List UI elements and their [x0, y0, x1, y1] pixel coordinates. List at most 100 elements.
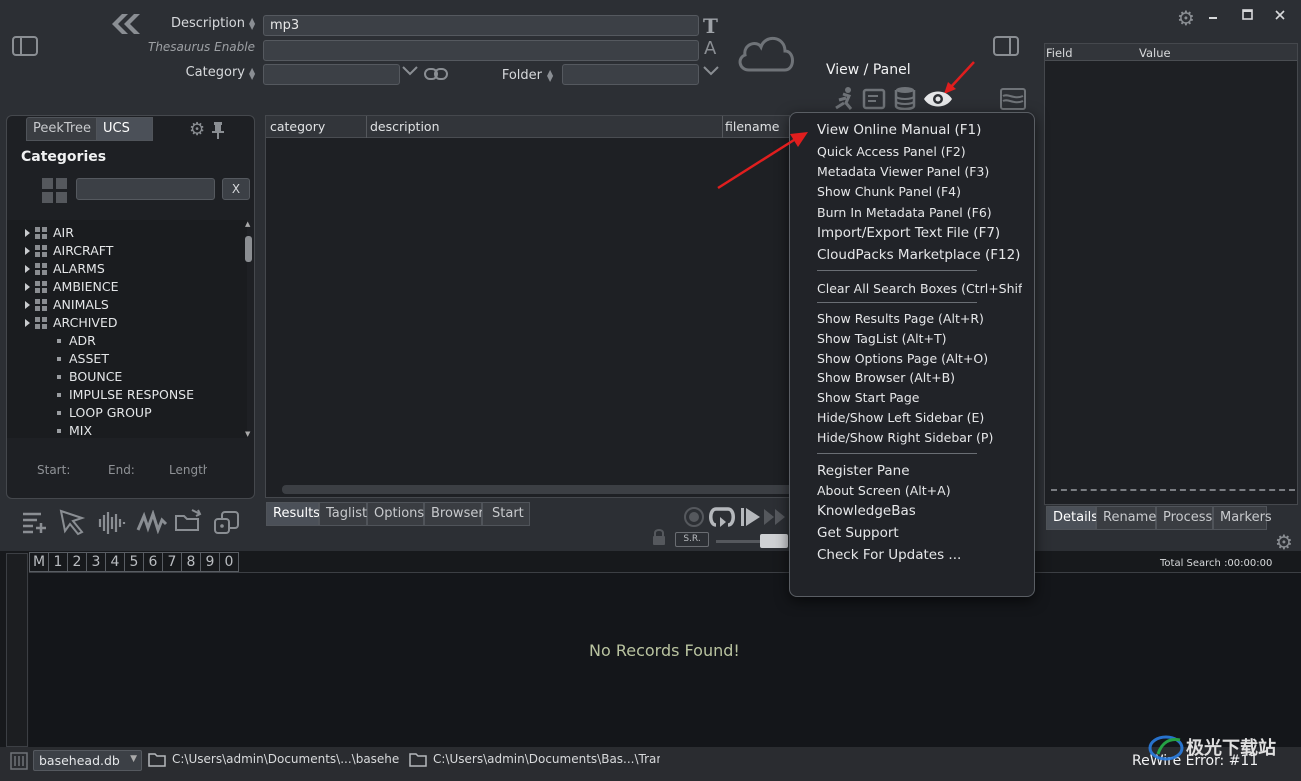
link-icon[interactable] — [424, 66, 448, 82]
font-a-icon[interactable]: A — [704, 38, 716, 59]
tab-taglist[interactable]: Taglist — [319, 502, 367, 526]
column-header-value[interactable]: Value — [1139, 46, 1171, 60]
sort-arrows-icon[interactable]: ▲ ▼ — [249, 67, 255, 81]
numbar-key[interactable]: 7 — [162, 552, 182, 572]
slider-handle[interactable] — [760, 534, 788, 548]
text-format-icon[interactable]: T — [703, 14, 718, 38]
tab-options[interactable]: Options — [367, 502, 424, 526]
caret-right-icon[interactable] — [25, 301, 30, 309]
numbar-key[interactable]: 6 — [143, 552, 163, 572]
numbar-key[interactable]: 4 — [105, 552, 125, 572]
chevron-down-icon[interactable] — [703, 66, 719, 76]
category-filter-input[interactable] — [76, 178, 215, 200]
menu-item-clear-all-search-boxes[interactable]: Clear All Search Boxes (Ctrl+Shift+C) — [817, 281, 1022, 296]
numbar-key[interactable]: 8 — [181, 552, 201, 572]
numbar-key[interactable]: M — [29, 552, 49, 572]
numbar-key[interactable]: 0 — [219, 552, 239, 572]
tree-subcategory-item[interactable]: IMPULSE RESPONSE — [25, 386, 194, 404]
numbar-key[interactable]: 1 — [48, 552, 68, 572]
folder-icon[interactable] — [148, 752, 166, 767]
tree-category-item[interactable]: AIR — [25, 224, 194, 242]
record-icon[interactable] — [683, 506, 705, 528]
play-icon[interactable] — [740, 506, 762, 528]
menu-item-show-results-page[interactable]: Show Results Page (Alt+R) — [817, 311, 1022, 326]
column-header-category[interactable]: category — [270, 119, 325, 134]
menu-item-view-online-manual[interactable]: View Online Manual (F1) — [817, 122, 1022, 138]
database-select[interactable]: basehead.db ▼ — [33, 750, 142, 771]
menu-item-burn-in-metadata-panel[interactable]: Burn In Metadata Panel (F6) — [817, 205, 1022, 220]
description-input[interactable]: mp3 — [263, 15, 699, 36]
menu-item-show-options-page[interactable]: Show Options Page (Alt+O) — [817, 351, 1022, 366]
menu-item-show-taglist[interactable]: Show TagList (Alt+T) — [817, 331, 1022, 346]
tree-category-item[interactable]: AMBIENCE — [25, 278, 194, 296]
lock-icon[interactable] — [652, 529, 666, 545]
menu-item-cloudpacks-marketplace[interactable]: CloudPacks Marketplace (F12) — [817, 247, 1022, 263]
caret-right-icon[interactable] — [25, 247, 30, 255]
clear-filter-button[interactable]: X — [222, 178, 250, 200]
tree-subcategory-item[interactable]: BOUNCE — [25, 368, 194, 386]
cloud-icon[interactable] — [735, 32, 797, 74]
menu-item-quick-access-panel[interactable]: Quick Access Panel (F2) — [817, 144, 1022, 159]
menu-item-get-support[interactable]: Get Support — [817, 525, 1022, 541]
folder-select[interactable] — [562, 64, 699, 85]
tab-rename[interactable]: Rename — [1096, 506, 1156, 530]
caret-right-icon[interactable] — [25, 283, 30, 291]
right-sidebar-toggle-icon[interactable] — [993, 36, 1019, 56]
scrollbar-thumb[interactable] — [245, 236, 252, 262]
category-select[interactable] — [263, 64, 400, 85]
add-list-icon[interactable] — [21, 510, 49, 534]
caret-right-icon[interactable] — [25, 319, 30, 327]
dice-icon[interactable] — [213, 510, 241, 536]
gear-icon[interactable]: ⚙ — [189, 119, 205, 140]
grid-toggle-icon[interactable] — [10, 752, 28, 770]
signal-wave-icon[interactable] — [136, 510, 168, 534]
numbar-key[interactable]: 3 — [86, 552, 106, 572]
tab-results[interactable]: Results — [266, 502, 320, 526]
gear-icon[interactable]: ⚙ — [1177, 6, 1195, 30]
column-header-description[interactable]: description — [370, 119, 440, 134]
menu-item-about-screen[interactable]: About Screen (Alt+A) — [817, 483, 1022, 498]
eye-icon[interactable] — [922, 88, 954, 110]
waveform-panel-icon[interactable] — [1000, 88, 1026, 110]
sort-arrows-icon[interactable]: ▲ ▼ — [249, 17, 255, 31]
menu-item-check-for-updates[interactable]: Check For Updates ... — [817, 547, 1022, 563]
tree-subcategory-item[interactable]: ASSET — [25, 350, 194, 368]
sample-rate-button[interactable]: S.R. — [675, 532, 709, 547]
pointer-icon[interactable] — [58, 508, 86, 536]
caret-right-icon[interactable] — [25, 265, 30, 273]
menu-item-toggle-right-sidebar[interactable]: Hide/Show Right Sidebar (P) — [817, 430, 1022, 445]
tree-category-item[interactable]: ANIMALS — [25, 296, 194, 314]
waveform-icon[interactable] — [94, 510, 126, 536]
numbar-key[interactable]: 2 — [67, 552, 87, 572]
tab-browser[interactable]: Browser — [424, 502, 484, 526]
tree-category-item[interactable]: AIRCRAFT — [25, 242, 194, 260]
runner-icon[interactable] — [829, 86, 857, 110]
close-icon[interactable] — [1275, 10, 1285, 20]
grid-icon[interactable] — [42, 178, 67, 203]
volume-slider[interactable] — [716, 534, 788, 548]
menu-item-import-export-text-file[interactable]: Import/Export Text File (F7) — [817, 225, 1022, 241]
left-sidebar-toggle-icon[interactable] — [12, 36, 38, 56]
menu-item-knowledgebase[interactable]: KnowledgeBase — [817, 503, 915, 519]
menu-item-show-start-page[interactable]: Show Start Page — [817, 390, 1022, 405]
horizontal-scrollbar[interactable] — [282, 485, 802, 494]
tab-details[interactable]: Details — [1046, 506, 1098, 530]
chevron-down-icon[interactable] — [402, 66, 418, 76]
tree-subcategory-item[interactable]: MIX — [25, 422, 194, 440]
numbar-key[interactable]: 5 — [124, 552, 144, 572]
metadata-icon[interactable] — [862, 88, 888, 110]
menu-item-register-pane[interactable]: Register Pane — [817, 463, 1022, 479]
sort-arrows-icon[interactable]: ▲ ▼ — [547, 69, 553, 83]
tab-markers[interactable]: Markers — [1213, 506, 1272, 530]
menu-item-show-chunk-panel[interactable]: Show Chunk Panel (F4) — [817, 184, 1022, 199]
menu-item-show-browser[interactable]: Show Browser (Alt+B) — [817, 370, 1022, 385]
tree-subcategory-item[interactable]: ADR — [25, 332, 194, 350]
tree-subcategory-item[interactable]: LOOP GROUP — [25, 404, 194, 422]
database-icon[interactable] — [894, 86, 916, 110]
tab-ucs[interactable]: UCS — [96, 117, 153, 141]
numbar-key[interactable]: 9 — [200, 552, 220, 572]
tree-category-item[interactable]: ALARMS — [25, 260, 194, 278]
pin-icon[interactable] — [212, 121, 224, 139]
minimize-icon[interactable] — [1208, 10, 1218, 20]
loop-icon[interactable] — [708, 505, 736, 529]
